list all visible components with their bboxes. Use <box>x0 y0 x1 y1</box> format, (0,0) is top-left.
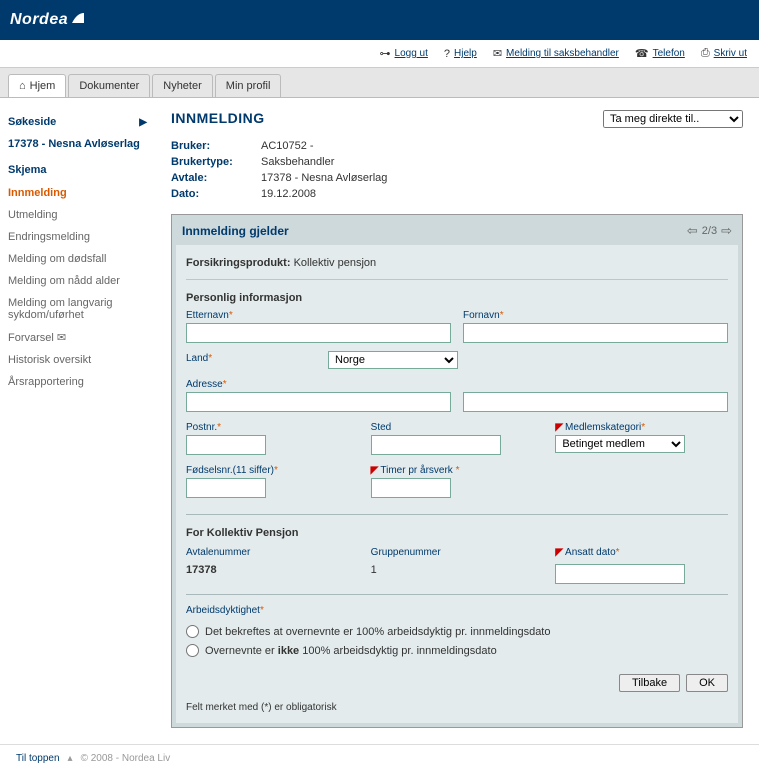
sidebar-item-utmelding[interactable]: Utmelding <box>8 204 147 226</box>
produkt-value: Kollektiv pensjon <box>294 257 377 269</box>
top-utility-bar: ⊶ Logg ut ? Hjelp ✉ Melding til saksbeha… <box>0 40 759 68</box>
bruker-label: Bruker: <box>171 140 261 152</box>
arbeid-radio-no[interactable] <box>186 644 199 657</box>
sidebar-item-innmelding[interactable]: Innmelding <box>8 182 147 204</box>
tab-documents[interactable]: Dokumenter <box>68 74 150 97</box>
avtale-label: Avtale: <box>171 172 261 184</box>
mandatory-note: Felt merket med (*) er obligatorisk <box>186 700 728 713</box>
fornavn-input[interactable] <box>463 323 728 343</box>
timer-label: ◤Timer pr årsverk * <box>371 463 544 478</box>
sted-input[interactable] <box>371 435 501 455</box>
sidebar-item-endringsmelding[interactable]: Endringsmelding <box>8 226 147 248</box>
logo-sail-icon <box>70 11 86 30</box>
pager-next-icon[interactable]: ⇨ <box>721 223 732 239</box>
form-heading: Innmelding gjelder <box>182 224 289 238</box>
footer: Til toppen ▴ © 2008 - Nordea Liv <box>0 744 759 772</box>
adresse-label: Adresse* <box>186 377 728 392</box>
brand-logo: Nordea <box>10 11 86 30</box>
tab-bar: ⌂ Hjem Dokumenter Nyheter Min profil <box>0 68 759 98</box>
ansatt-dato-input[interactable] <box>555 564 685 584</box>
sted-label: Sted <box>371 420 544 435</box>
arbeid-label: Arbeidsdyktighet* <box>186 603 728 618</box>
sidebar-item-historisk[interactable]: Historisk oversikt <box>8 349 147 371</box>
sidebar-agreement[interactable]: 17378 - Nesna Avløserlag <box>8 134 147 158</box>
gruppe-label: Gruppenummer <box>371 545 544 560</box>
arbeid-radio-yes[interactable] <box>186 625 199 638</box>
back-button[interactable]: Tilbake <box>619 674 680 692</box>
timer-input[interactable] <box>371 478 451 498</box>
form-panel: Innmelding gjelder ⇦ 2/3 ⇨ Forsikringspr… <box>171 214 743 728</box>
tab-home[interactable]: ⌂ Hjem <box>8 74 66 97</box>
header: Nordea <box>0 0 759 40</box>
kp-title: For Kollektiv Pensjon <box>186 523 728 543</box>
fodselsnr-input[interactable] <box>186 478 266 498</box>
dato-label: Dato: <box>171 188 261 200</box>
print-icon: ⎙ <box>701 47 710 60</box>
avtalenr-label: Avtalenummer <box>186 545 359 560</box>
sidebar-item-sykdom[interactable]: Melding om langvarig sykdom/uførhet <box>8 292 147 326</box>
postnr-label: Postnr.* <box>186 420 359 435</box>
brukertype-value: Saksbehandler <box>261 156 334 168</box>
ansatt-label: ◤Ansatt dato* <box>555 545 728 560</box>
land-select[interactable]: Norge <box>328 351 458 369</box>
page-title: INNMELDING <box>171 110 265 126</box>
arbeid-radio-no-label: Overnevnte er ikke 100% arbeidsdyktig pr… <box>205 645 497 657</box>
chevron-up-icon: ▴ <box>68 753 73 764</box>
jump-to-select[interactable]: Ta meg direkte til.. <box>603 110 743 128</box>
pager-prev-icon[interactable]: ⇦ <box>687 223 698 239</box>
ok-button[interactable]: OK <box>686 674 728 692</box>
fodselsnr-label: Fødselsnr.(11 siffer)* <box>186 463 359 478</box>
chevron-right-icon: ▶ <box>139 117 147 128</box>
sidebar-item-forvarsel[interactable]: Forvarsel✉ <box>8 326 147 349</box>
tab-profile[interactable]: Min profil <box>215 74 282 97</box>
sidebar-search[interactable]: Søkeside▶ <box>8 110 147 134</box>
main-content: INNMELDING Ta meg direkte til.. Bruker:A… <box>155 98 759 740</box>
print-link[interactable]: ⎙ Skriv ut <box>701 47 747 60</box>
brukertype-label: Brukertype: <box>171 156 261 168</box>
key-icon: ⊶ <box>380 47 391 60</box>
bruker-value: AC10752 - <box>261 140 314 152</box>
phone-link[interactable]: ☎ Telefon <box>635 47 685 60</box>
adresse-input-1[interactable] <box>186 392 451 412</box>
adresse-input-2[interactable] <box>463 392 728 412</box>
home-icon: ⌂ <box>19 80 26 92</box>
pager-text: 2/3 <box>702 225 717 237</box>
sidebar: Søkeside▶ 17378 - Nesna Avløserlag Skjem… <box>0 98 155 740</box>
dato-value: 19.12.2008 <box>261 188 316 200</box>
etternavn-label: Etternavn* <box>186 308 451 323</box>
sidebar-item-dodsfall[interactable]: Melding om dødsfall <box>8 248 147 270</box>
medlemskat-label: ◤Medlemskategori* <box>555 420 728 435</box>
produkt-label: Forsikringsprodukt: <box>186 257 291 269</box>
fornavn-label: Fornavn* <box>463 308 728 323</box>
personal-title: Personlig informasjon <box>186 288 728 308</box>
help-icon: ? <box>444 48 450 60</box>
phone-icon: ☎ <box>635 47 649 60</box>
arbeid-radio-yes-label: Det bekreftes at overnevnte er 100% arbe… <box>205 626 550 638</box>
help-link[interactable]: ? Hjelp <box>444 48 477 60</box>
mail-icon: ✉ <box>57 332 66 344</box>
mail-icon: ✉ <box>493 47 502 60</box>
avtale-value: 17378 - Nesna Avløserlag <box>261 172 387 184</box>
avtalenr-value: 17378 <box>186 564 217 576</box>
copyright: © 2008 - Nordea Liv <box>81 753 171 764</box>
to-top-link[interactable]: Til toppen <box>16 753 60 764</box>
etternavn-input[interactable] <box>186 323 451 343</box>
tab-news[interactable]: Nyheter <box>152 74 213 97</box>
sidebar-item-nadd-alder[interactable]: Melding om nådd alder <box>8 270 147 292</box>
logout-link[interactable]: ⊶ Logg ut <box>380 47 428 60</box>
sidebar-item-arsrapport[interactable]: Årsrapportering <box>8 371 147 393</box>
pager: ⇦ 2/3 ⇨ <box>687 223 732 239</box>
postnr-input[interactable] <box>186 435 266 455</box>
land-label: Land* <box>186 351 316 366</box>
medlemskat-select[interactable]: Betinget medlem <box>555 435 685 453</box>
gruppe-value: 1 <box>371 564 377 576</box>
sidebar-schema[interactable]: Skjema <box>8 158 147 182</box>
message-link[interactable]: ✉ Melding til saksbehandler <box>493 47 619 60</box>
